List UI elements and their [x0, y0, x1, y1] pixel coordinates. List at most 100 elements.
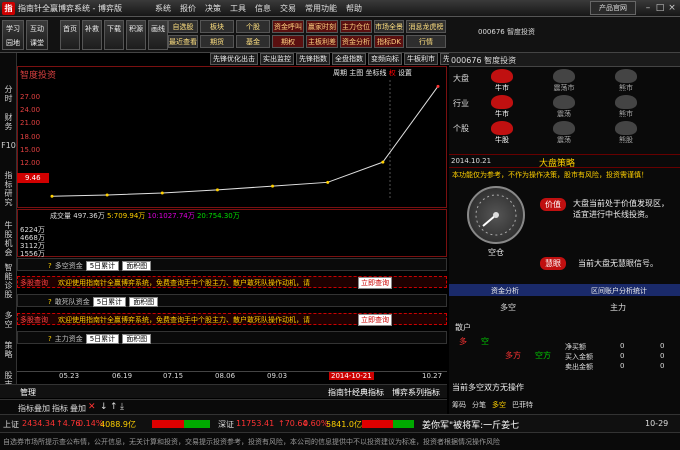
clock: 10-29	[645, 419, 669, 428]
tab-manage[interactable]: 管理	[20, 387, 36, 398]
btn-bull-board[interactable]: 牛板利市	[404, 53, 438, 65]
sz-amount: 5841.0亿	[326, 420, 362, 429]
btn-pioneer-index[interactable]: 先锋指数	[296, 53, 330, 65]
menu-quote[interactable]: 报价	[180, 3, 196, 14]
tab-strategy[interactable]: 策略	[1, 341, 16, 359]
sz-label: 深证	[218, 420, 234, 429]
sector-button[interactable]: 板块	[200, 20, 234, 33]
price-line-svg	[50, 80, 440, 200]
btn-pioneer-optimize[interactable]: 先锋优化出击	[210, 53, 258, 65]
menu-trade[interactable]: 交易	[280, 3, 296, 14]
tab-longshort[interactable]: 多空	[1, 311, 16, 329]
menu-common[interactable]: 常用功能	[305, 3, 337, 14]
news-ticker[interactable]: 姜你军"被将军:一斤姜七	[422, 418, 519, 431]
banner-tag: 多股查询	[20, 279, 48, 287]
chart-top-buttons: 先锋优化出击 实出监控 先锋指数 全盘指数 变频向标 牛板利市 先锋关注	[210, 53, 474, 65]
price-series-line	[51, 86, 439, 197]
y-tick: 12.00	[20, 159, 41, 167]
tab-finance[interactable]: 财务	[1, 113, 16, 131]
fund-analysis-button[interactable]: 资金分析	[340, 35, 372, 48]
main-position-button[interactable]: 主力仓位	[340, 20, 372, 33]
tab-f10[interactable]: F10	[1, 141, 16, 150]
download-icon[interactable]: ⤓	[120, 402, 124, 412]
banner-query-button[interactable]: 立即查询	[358, 277, 392, 289]
tab-chips[interactable]: 筹码	[452, 400, 466, 410]
menu-system[interactable]: 系统	[155, 3, 171, 14]
help-icon[interactable]: ?	[48, 262, 52, 270]
learn-button[interactable]: 学习园地	[2, 20, 24, 50]
product-site-button[interactable]: 产品官网	[590, 1, 636, 15]
recent-button[interactable]: 最近查看	[168, 35, 198, 48]
bull-icon	[491, 121, 513, 135]
delete-icon[interactable]: ✕	[88, 402, 96, 412]
winner-moment-button[interactable]: 赢家时刻	[306, 20, 338, 33]
market-overview-button[interactable]: 市场全景	[374, 20, 404, 33]
axis-button[interactable]: 坐标线	[365, 69, 386, 77]
help-icon[interactable]: ?	[48, 298, 52, 306]
period-select[interactable]: 5日累计	[85, 333, 120, 344]
close-icon[interactable]: ×	[666, 2, 678, 14]
tab-indicator[interactable]: 指标研究	[1, 171, 16, 207]
indicator-dk-button[interactable]: 指标DK	[374, 35, 404, 48]
overlay-indicator-button[interactable]: 指标叠加	[18, 403, 50, 414]
index-status-bar: 上证 2434.34 ↑4.76 0.14% 4088.9亿 深证 11753.…	[0, 414, 680, 432]
tab-game-indicators[interactable]: 博弈系列指标	[392, 387, 440, 398]
indicator-button[interactable]: 指标	[52, 403, 68, 414]
settings-button[interactable]: 设置	[398, 69, 412, 77]
main-chart-button[interactable]: 主图	[349, 69, 363, 77]
period-button[interactable]: 周期	[333, 69, 347, 77]
fund-call-button[interactable]: 资金呼叫	[272, 20, 304, 33]
interactive-class-button[interactable]: 互动课堂	[26, 20, 48, 50]
board-spread-button[interactable]: 主板利差	[306, 35, 338, 48]
tab-fund-analysis[interactable]: 资金分析	[491, 286, 519, 296]
tab-diagnose[interactable]: 智能诊股	[1, 263, 16, 299]
help-icon[interactable]: ?	[48, 335, 52, 343]
promo-banner: 多股查询 欢迎使用指南针全赢博弈系统，免费查询手中个股主力、散户敢死队操作动机，…	[17, 313, 447, 326]
tab-interval-account[interactable]: 区间账户分析统计	[591, 286, 647, 296]
y-tick: 18.00	[20, 133, 41, 141]
mode-select[interactable]: 面积图	[122, 333, 152, 344]
watchlist-button[interactable]: 自选股	[168, 20, 198, 33]
home-button[interactable]: 首页	[60, 20, 80, 50]
period-select[interactable]: 5日累计	[92, 296, 127, 307]
points-button[interactable]: 积源	[126, 20, 146, 50]
tab-longshort-right[interactable]: 多空	[492, 400, 506, 410]
banner-text: 欢迎使用指南针全赢博弈系统，免费查询手中个股主力、散户敢死队操作动机，请	[58, 279, 310, 287]
menu-help[interactable]: 帮助	[346, 3, 362, 14]
draw-line-button[interactable]: 画线	[148, 20, 168, 50]
download-button[interactable]: 下载	[104, 20, 124, 50]
menu-info[interactable]: 信息	[255, 3, 271, 14]
period-select[interactable]: 5日累计	[85, 260, 120, 271]
menu-tools[interactable]: 工具	[230, 3, 246, 14]
stock-button[interactable]: 个股	[236, 20, 270, 33]
toolbar: 学习园地 互动课堂 首页 补救 下载 积源 画线 自选股 板块 个股 资金呼叫 …	[0, 17, 680, 53]
minimize-icon[interactable]: –	[642, 2, 654, 14]
remedy-button[interactable]: 补救	[82, 20, 102, 50]
fund-button[interactable]: 基金	[236, 35, 270, 48]
up-arrow-icon[interactable]: ↑	[110, 402, 118, 412]
options-button[interactable]: 期权	[272, 35, 304, 48]
rights-button[interactable]: 权	[389, 69, 396, 77]
down-arrow-icon[interactable]: ↓	[100, 402, 108, 412]
banner-query-button[interactable]: 立即查询	[358, 314, 392, 326]
btn-monitor[interactable]: 实出监控	[260, 53, 294, 65]
tab-opportunity[interactable]: 牛股机会	[1, 221, 16, 257]
maximize-icon[interactable]: □	[654, 2, 666, 14]
tab-buffett[interactable]: 巴菲特	[512, 400, 533, 410]
btn-variable-freq[interactable]: 变频向标	[368, 53, 402, 65]
sh-ratio-bar	[152, 420, 210, 428]
quotes-button[interactable]: 行情	[406, 35, 446, 48]
mode-select[interactable]: 面积图	[129, 296, 159, 307]
btn-market-index[interactable]: 全盘指数	[332, 53, 366, 65]
tab-ticks[interactable]: 分笔	[472, 400, 486, 410]
bear-icon	[615, 121, 637, 135]
tab-intraday[interactable]: 分时	[1, 85, 16, 103]
futures-button[interactable]: 期货	[200, 35, 234, 48]
news-list-button[interactable]: 消息龙虎榜	[406, 20, 446, 33]
smart-pill[interactable]: 慧眼	[540, 257, 566, 270]
value-pill[interactable]: 价值	[540, 198, 566, 211]
menu-decision[interactable]: 决策	[205, 3, 221, 14]
tab-classic-indicators[interactable]: 指南针经典指标	[328, 387, 384, 398]
mode-select[interactable]: 面积图	[122, 260, 152, 271]
overlay-button[interactable]: 叠加	[70, 403, 86, 414]
